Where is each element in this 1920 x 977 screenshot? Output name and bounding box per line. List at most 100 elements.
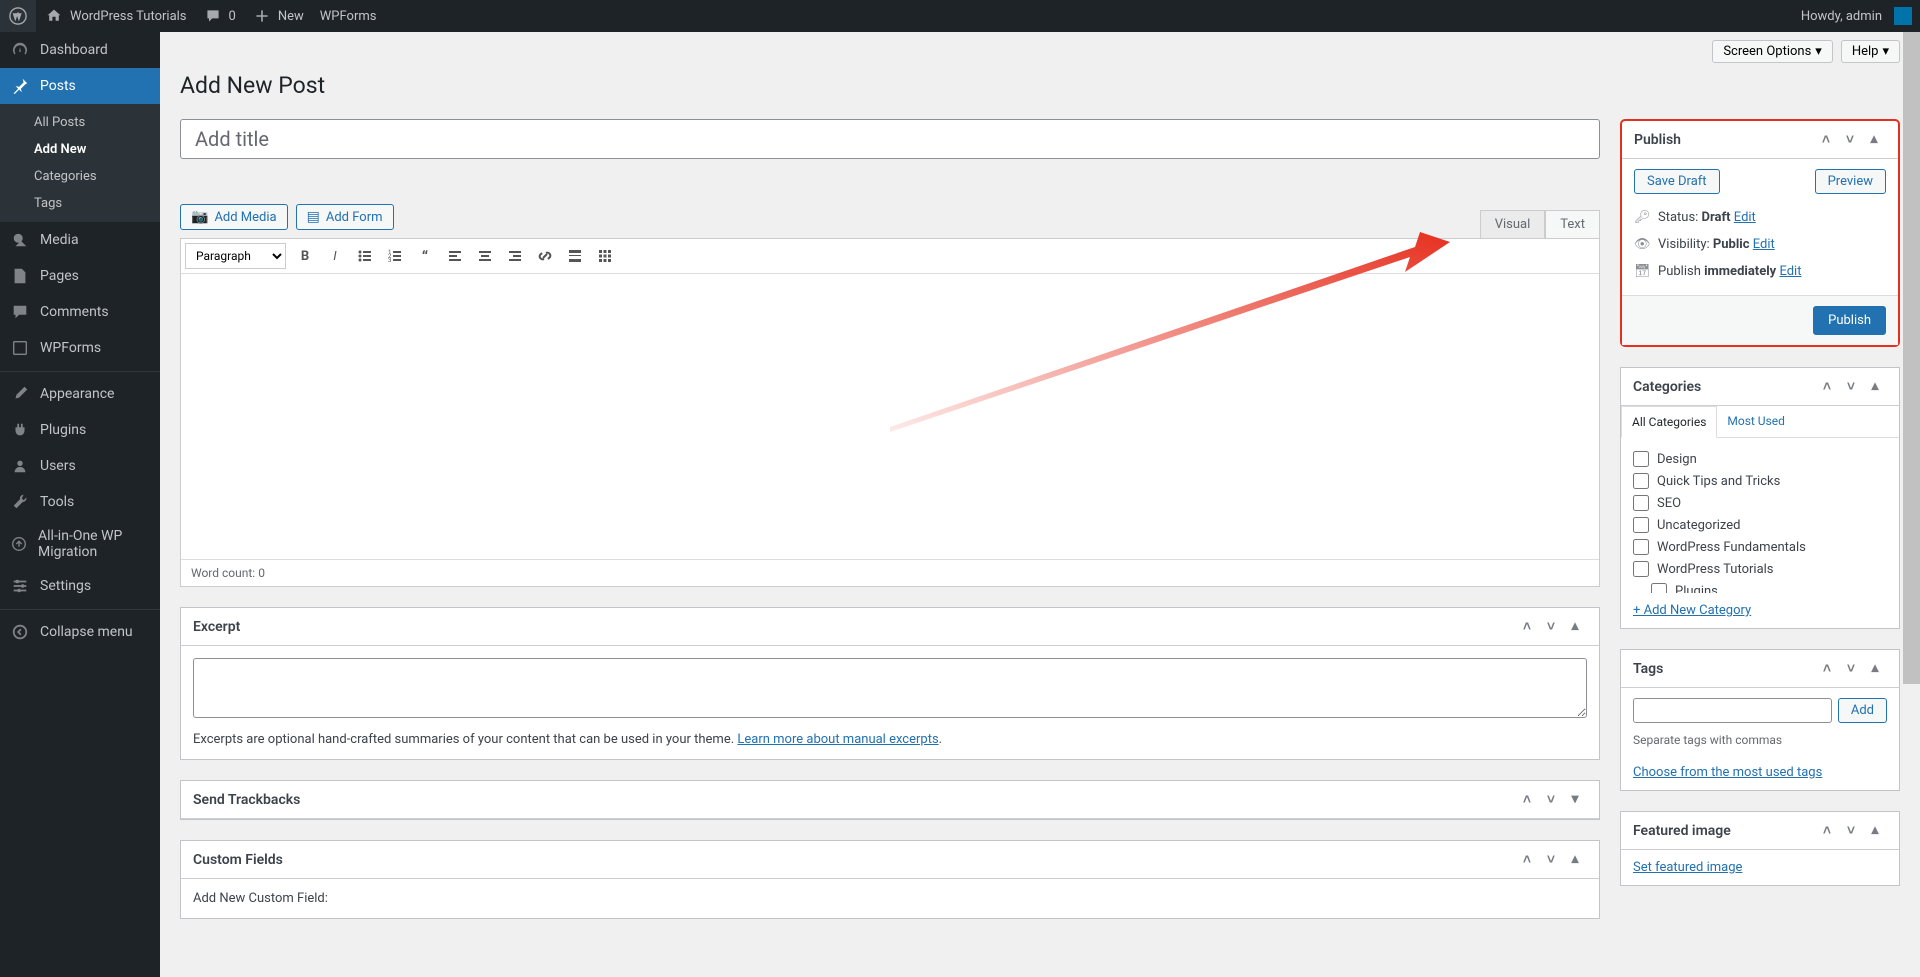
edit-schedule-link[interactable]: Edit [1779, 264, 1801, 279]
quote-button[interactable]: “ [411, 242, 439, 270]
menu-tools[interactable]: Tools [0, 484, 160, 520]
submenu-all-posts[interactable]: All Posts [0, 109, 160, 136]
new-link[interactable]: New [244, 0, 312, 32]
add-form-button[interactable]: ▤Add Form [296, 204, 394, 230]
text-tab[interactable]: Text [1545, 210, 1600, 238]
publish-button[interactable]: Publish [1813, 306, 1886, 335]
sliders-icon [10, 576, 30, 596]
add-media-button[interactable]: 📷Add Media [180, 204, 288, 230]
screen-options-button[interactable]: Screen Options ▾ [1712, 40, 1833, 63]
submenu-add-new[interactable]: Add New [0, 136, 160, 163]
toggle-icon[interactable]: ▴ [1863, 822, 1887, 839]
move-down-icon[interactable]: ˅ [1539, 618, 1563, 635]
category-list[interactable]: Design Quick Tips and Tricks SEO Uncateg… [1633, 448, 1887, 593]
category-item[interactable]: WordPress Tutorials [1633, 558, 1887, 580]
category-item[interactable]: Plugins [1633, 580, 1887, 593]
menu-wpforms[interactable]: WPForms [0, 330, 160, 366]
menu-settings[interactable]: Settings [0, 568, 160, 604]
excerpt-box: Excerpt˄˅▴ Excerpts are optional hand-cr… [180, 607, 1600, 760]
readmore-button[interactable] [561, 242, 589, 270]
bold-button[interactable]: B [291, 242, 319, 270]
menu-aiowp[interactable]: All-in-One WP Migration [0, 520, 160, 568]
move-down-icon[interactable]: ˅ [1539, 791, 1563, 808]
move-down-icon[interactable]: ˅ [1839, 660, 1863, 677]
category-item[interactable]: WordPress Fundamentals [1633, 536, 1887, 558]
home-icon [44, 6, 64, 26]
toggle-icon[interactable]: ▾ [1563, 791, 1587, 808]
add-new-category-link[interactable]: + Add New Category [1633, 603, 1751, 618]
visual-tab[interactable]: Visual [1480, 210, 1546, 238]
toggle-icon[interactable]: ▴ [1863, 660, 1887, 677]
tab-all-categories[interactable]: All Categories [1621, 406, 1717, 438]
editor-canvas[interactable] [181, 274, 1599, 559]
edit-visibility-link[interactable]: Edit [1753, 237, 1775, 252]
menu-users[interactable]: Users [0, 448, 160, 484]
toggle-icon[interactable]: ▴ [1563, 851, 1587, 868]
account-link[interactable]: Howdy, admin [1793, 0, 1920, 32]
menu-comments[interactable]: Comments [0, 294, 160, 330]
plus-icon [252, 6, 272, 26]
toggle-icon[interactable]: ▴ [1863, 378, 1887, 395]
post-title-input[interactable] [180, 119, 1600, 159]
tags-help: Separate tags with commas [1633, 733, 1887, 747]
align-right-button[interactable] [501, 242, 529, 270]
align-left-button[interactable] [441, 242, 469, 270]
move-up-icon[interactable]: ˄ [1815, 660, 1839, 677]
move-up-icon[interactable]: ˄ [1815, 822, 1839, 839]
wpforms-label: WPForms [320, 9, 377, 24]
move-up-icon[interactable]: ˄ [1814, 131, 1838, 148]
bullet-list-button[interactable] [351, 242, 379, 270]
add-tag-button[interactable]: Add [1838, 698, 1887, 723]
tag-input[interactable] [1633, 698, 1832, 723]
tab-most-used[interactable]: Most Used [1717, 406, 1795, 437]
menu-collapse[interactable]: Collapse menu [0, 614, 160, 650]
tags-box: Tags˄˅▴ Add Separate tags with commas Ch… [1620, 649, 1900, 791]
category-item[interactable]: Uncategorized [1633, 514, 1887, 536]
admin-sidebar: Dashboard Posts All Posts Add New Catego… [0, 32, 160, 977]
move-down-icon[interactable]: ˅ [1839, 378, 1863, 395]
save-draft-button[interactable]: Save Draft [1634, 169, 1720, 194]
move-down-icon[interactable]: ˅ [1838, 131, 1862, 148]
move-down-icon[interactable]: ˅ [1839, 822, 1863, 839]
move-up-icon[interactable]: ˄ [1515, 851, 1539, 868]
submenu-categories[interactable]: Categories [0, 163, 160, 190]
move-down-icon[interactable]: ˅ [1539, 851, 1563, 868]
comments-link[interactable]: 0 [195, 0, 244, 32]
move-up-icon[interactable]: ˄ [1515, 791, 1539, 808]
category-item[interactable]: SEO [1633, 492, 1887, 514]
menu-pages[interactable]: Pages [0, 258, 160, 294]
browser-scrollbar[interactable] [1903, 0, 1920, 977]
wp-logo[interactable] [0, 0, 36, 32]
align-center-button[interactable] [471, 242, 499, 270]
toggle-icon[interactable]: ▴ [1563, 618, 1587, 635]
menu-appearance[interactable]: Appearance [0, 376, 160, 412]
form-icon: ▤ [307, 209, 320, 225]
help-button[interactable]: Help ▾ [1841, 40, 1900, 63]
menu-dashboard[interactable]: Dashboard [0, 32, 160, 68]
excerpt-textarea[interactable] [193, 658, 1587, 718]
format-select[interactable]: Paragraph [185, 243, 286, 269]
wrench-icon [10, 492, 30, 512]
wpforms-link[interactable]: WPForms [312, 0, 385, 32]
menu-posts[interactable]: Posts [0, 68, 160, 104]
move-up-icon[interactable]: ˄ [1515, 618, 1539, 635]
category-item[interactable]: Quick Tips and Tricks [1633, 470, 1887, 492]
excerpt-learn-link[interactable]: Learn more about manual excerpts [737, 732, 938, 747]
italic-button[interactable]: I [321, 242, 349, 270]
preview-button[interactable]: Preview [1815, 169, 1886, 194]
menu-plugins[interactable]: Plugins [0, 412, 160, 448]
link-button[interactable] [531, 242, 559, 270]
edit-status-link[interactable]: Edit [1734, 210, 1756, 225]
site-link[interactable]: WordPress Tutorials [36, 0, 195, 32]
move-up-icon[interactable]: ˄ [1815, 378, 1839, 395]
publish-title: Publish [1634, 132, 1681, 148]
categories-box: Categories˄˅▴ All Categories Most Used D… [1620, 367, 1900, 629]
toggle-icon[interactable]: ▴ [1862, 131, 1886, 148]
number-list-button[interactable]: 123 [381, 242, 409, 270]
choose-tags-link[interactable]: Choose from the most used tags [1633, 765, 1822, 780]
submenu-tags[interactable]: Tags [0, 190, 160, 217]
set-featured-link[interactable]: Set featured image [1633, 860, 1742, 875]
toolbar-toggle-button[interactable] [591, 242, 619, 270]
category-item[interactable]: Design [1633, 448, 1887, 470]
menu-media[interactable]: Media [0, 222, 160, 258]
